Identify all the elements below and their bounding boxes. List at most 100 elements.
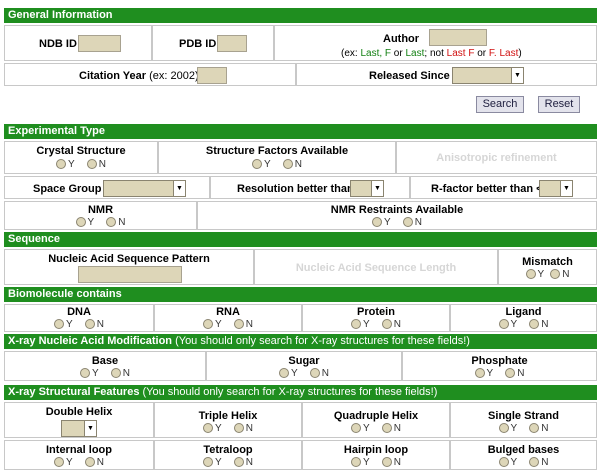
sf-label: Structure Factors Available [205,145,349,157]
radio-icon [529,457,540,468]
radio-icon [282,159,293,170]
sequence-length-label: Nucleic Acid Sequence Length [295,262,457,274]
radio-option-y[interactable]: Y [203,423,222,434]
reset-button[interactable]: Reset [538,96,580,113]
radio-option-y[interactable]: Y [351,423,370,434]
base-radio-group: YN [5,368,205,379]
radio-label: N [517,368,525,379]
citation-year-hint: (ex: 2002) [149,70,199,82]
radio-label: N [393,319,401,330]
bulged-bases-cell: Bulged bases Y N [450,440,597,470]
space-group-label: Space Group [33,183,102,195]
radio-option-n[interactable]: N [233,319,253,330]
radio-option-n[interactable]: N [529,423,548,434]
quadruple-helix-label: Quadruple Helix [333,410,419,422]
protein-cell: Protein YN [302,304,450,332]
sequence-pattern-input[interactable] [78,266,182,283]
radio-label: N [414,217,422,228]
radio-label: N [393,423,401,434]
radio-option-y[interactable]: Y [80,368,99,379]
rfactor-select[interactable]: ▼ [539,180,573,197]
radio-option-y[interactable]: Y [498,319,518,330]
double-helix-select[interactable]: ▼ [61,420,97,437]
chevron-down-icon: ▼ [371,181,383,196]
radio-icon [351,319,362,330]
radio-option-y[interactable]: Y [54,457,73,468]
radio-option-n[interactable]: N [84,319,104,330]
radio-option-n[interactable]: N [381,319,401,330]
base-label: Base [91,355,119,367]
radio-option-n[interactable]: N [550,269,569,280]
bulged-bases-label: Bulged bases [487,444,560,456]
hint-text: or [474,48,489,59]
radio-icon [498,423,509,434]
radio-option-n[interactable]: N [106,217,125,228]
radio-option-n[interactable]: N [233,423,253,434]
ndb-id-label: NDB ID [39,38,77,50]
citation-year-cell: Citation Year (ex: 2002) [4,63,296,86]
hint-text: or [391,48,406,59]
space-group-select[interactable]: ▼ [103,180,186,197]
hint-text: (ex: [341,48,361,59]
radio-option-y[interactable]: Y [75,217,94,228]
nmr-radio-group: YN [5,217,196,228]
radio-option-y[interactable]: Y [474,368,493,379]
section-title: Experimental Type [8,125,105,137]
released-since-label: Released Since [369,70,450,82]
radio-option-y[interactable]: Y [372,217,391,228]
search-button[interactable]: Search [476,96,524,113]
rna-radio-group: YN [155,319,301,330]
crystal-radio-group: YN [5,159,157,170]
radio-option-n[interactable]: N [402,217,422,228]
radio-option-y[interactable]: Y [498,457,517,468]
rna-cell: RNA YN [154,304,302,332]
ndb-id-input[interactable] [78,35,121,52]
radio-label: Y [510,319,518,330]
radio-option-n[interactable]: N [282,159,302,170]
radio-option-y[interactable]: Y [351,319,370,330]
radio-label: N [541,423,549,434]
radio-option-n[interactable]: N [381,457,401,468]
citation-year-input[interactable] [197,67,227,84]
radio-icon [498,319,509,330]
author-input[interactable] [429,29,487,46]
radio-option-n[interactable]: N [84,457,104,468]
resolution-select[interactable]: ▼ [350,180,384,197]
radio-option-y[interactable]: Y [351,457,370,468]
radio-label: N [541,457,549,468]
radio-option-y[interactable]: Y [56,159,75,170]
radio-icon [351,423,362,434]
radio-icon [203,423,214,434]
radio-icon [381,423,392,434]
radio-icon [351,457,362,468]
section-header-general: General Information [4,8,597,23]
radio-option-n[interactable]: N [529,319,548,330]
radio-option-y[interactable]: Y [498,423,517,434]
radio-icon [84,319,95,330]
radio-option-n[interactable]: N [505,368,524,379]
radio-option-y[interactable]: Y [203,319,222,330]
resolution-label: Resolution better than [237,183,354,195]
pdb-id-input[interactable] [217,35,247,52]
radio-option-n[interactable]: N [233,457,253,468]
radio-icon [279,368,290,379]
released-since-cell: Released Since ▼ [296,63,597,86]
radio-option-n[interactable]: N [110,368,130,379]
radio-option-n[interactable]: N [86,159,106,170]
radio-option-y[interactable]: Y [252,159,271,170]
radio-icon [474,368,485,379]
released-since-select[interactable]: ▼ [452,67,524,84]
radio-icon [54,319,65,330]
hint-text: F. Last [488,48,519,59]
radio-option-y[interactable]: Y [279,368,298,379]
radio-label: N [245,423,253,434]
radio-option-y[interactable]: Y [54,319,73,330]
radio-option-n[interactable]: N [381,423,401,434]
radio-option-y[interactable]: Y [203,457,222,468]
radio-option-y[interactable]: Y [525,269,544,280]
radio-option-n[interactable]: N [529,457,548,468]
double-helix-label: Double Helix [45,406,113,418]
radio-option-n[interactable]: N [309,368,329,379]
radio-label: Y [66,457,73,468]
dna-cell: DNA YN [4,304,154,332]
